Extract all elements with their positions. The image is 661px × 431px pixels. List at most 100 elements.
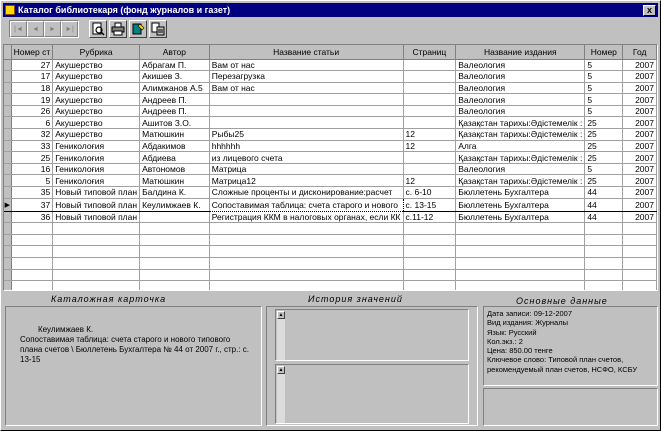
table-cell[interactable]: 36 [11,211,54,224]
table-cell[interactable]: 5 [584,70,624,83]
table-cell[interactable] [209,116,404,130]
empty-row[interactable] [4,280,657,290]
table-cell[interactable]: 2007 [622,93,657,106]
table-cell[interactable]: Перезагрузка [209,70,404,83]
history-lower-scrollbar[interactable]: ▲ [277,366,285,423]
table-cell[interactable]: 5 [11,174,54,188]
table-cell[interactable]: Валеология [455,105,586,118]
row-indicator[interactable] [4,174,12,188]
table-cell[interactable]: 2007 [622,105,657,118]
history-upper-scrollbar[interactable]: ▲ [277,311,285,360]
row-indicator[interactable] [4,105,12,118]
row-indicator[interactable] [4,211,12,224]
column-header[interactable]: Номер [584,45,624,60]
table-cell[interactable]: Андреев П. [139,93,210,106]
table-cell[interactable]: Сопоставимая таблица: счета старого и но… [208,197,404,212]
table-cell[interactable] [403,59,457,72]
table-cell[interactable] [209,93,404,106]
table-cell[interactable]: Рыбы25 [209,128,404,141]
table-cell[interactable] [455,234,586,247]
prior-record-button[interactable]: ◄ [27,21,44,37]
table-cell[interactable]: Матрица [209,163,404,176]
row-indicator[interactable] [4,93,12,106]
table-cell[interactable]: 19 [11,93,54,106]
table-cell[interactable]: Матрица12 [209,174,404,188]
table-cell[interactable] [139,257,210,270]
table-cell[interactable]: 2007 [622,151,657,164]
table-cell[interactable]: Абрагам П. [139,59,210,72]
table-cell[interactable]: 26 [11,105,54,118]
row-indicator[interactable] [4,222,12,235]
table-cell[interactable] [455,257,586,270]
table-row[interactable]: 16 Гениколоғия Автономов Матрица Валеология 5… [4,163,657,176]
table-row[interactable]: ▶ 37 Новый типовой план Кеулимжаев К. Сопост… [4,197,657,212]
table-row[interactable]: 32 Акушерство Матюшкин Рыбы25 12 Қазақстан та… [4,128,657,141]
table-cell[interactable]: Қазақстан тарихы:Әдістемелік : [455,128,586,141]
row-indicator[interactable] [4,280,12,290]
table-cell[interactable]: из лицевого счета [209,151,404,164]
table-cell[interactable]: 16 [11,163,54,176]
table-cell[interactable]: 17 [11,70,54,83]
scroll-up-button[interactable]: ▲ [277,311,285,319]
records-grid[interactable]: Номер ст Рубрика Автор Название статьи С… [3,44,658,291]
table-row[interactable]: 5 Гениколоғия Матюшкин Матрица12 12 Қазақстан… [4,174,657,188]
row-indicator[interactable] [4,59,12,72]
table-cell[interactable]: Абдакимов [139,140,210,153]
table-cell[interactable]: Валеология [455,163,586,176]
table-cell[interactable]: Гениколоғия [52,140,141,153]
next-record-button[interactable]: ► [44,21,61,37]
table-cell[interactable] [209,257,404,270]
table-cell[interactable]: 25 [584,128,624,141]
table-cell[interactable] [403,82,457,95]
table-cell[interactable]: 33 [11,140,54,153]
column-header[interactable]: Страниц [403,45,457,60]
table-cell[interactable]: 2007 [622,82,657,95]
table-cell[interactable]: Валеология [455,93,586,106]
table-cell[interactable]: Матюшкин [139,128,210,141]
row-indicator[interactable] [4,140,12,153]
table-cell[interactable]: 27 [11,59,54,72]
table-cell[interactable]: Сложные проценты и дисконирование:расчет [209,186,404,199]
table-cell[interactable]: 2007 [622,59,657,72]
table-cell[interactable]: 2007 [622,116,657,130]
history-box-lower[interactable]: ▲ [275,364,469,424]
table-cell[interactable]: 35 [11,186,54,199]
table-cell[interactable] [403,257,457,270]
table-cell[interactable] [622,245,657,258]
table-cell[interactable] [584,280,624,290]
table-row[interactable]: 17 Акушерство Акишев З. Перезагрузка Валеоло… [4,70,657,83]
table-row[interactable]: 27 Акушерство Абрагам П. Вам от нас Валеолог… [4,59,657,72]
row-indicator[interactable] [4,151,12,164]
preview-button[interactable] [89,20,107,38]
table-cell[interactable]: Гениколоғия [52,163,141,176]
table-cell[interactable]: 12 [403,140,457,153]
table-cell[interactable]: Гениколоғия [52,174,141,188]
table-cell[interactable] [622,257,657,270]
table-cell[interactable]: 6 [11,116,54,130]
table-cell[interactable]: Андреев П. [139,105,210,118]
table-cell[interactable]: Валеология [455,59,586,72]
table-cell[interactable]: 2007 [622,163,657,176]
table-cell[interactable] [403,234,457,247]
table-cell[interactable]: 2007 [622,128,657,141]
table-cell[interactable] [403,269,457,282]
table-cell[interactable]: Валеология [455,70,586,83]
table-cell[interactable]: Новый типовой план [52,197,141,212]
table-cell[interactable]: Бюллетень Бухгалтера [455,197,586,212]
table-cell[interactable]: 2007 [622,140,657,153]
table-row[interactable]: 19 Акушерство Андреев П. Валеология 5 2007 [4,93,657,106]
table-cell[interactable]: Абдиева [139,151,210,164]
table-cell[interactable]: 37 [11,197,54,212]
table-cell[interactable]: Балдина К. [139,186,210,199]
table-cell[interactable]: Қазақстан тарихы:Әдістемелік : [455,151,586,164]
table-cell[interactable] [209,234,404,247]
table-cell[interactable] [622,269,657,282]
table-cell[interactable]: Валеология [455,82,586,95]
first-record-button[interactable]: |◄ [10,21,27,37]
table-cell[interactable]: Новый типовой план [52,186,141,199]
table-cell[interactable] [455,245,586,258]
table-cell[interactable]: Автономов [139,163,210,176]
table-cell[interactable]: 5 [584,163,624,176]
table-cell[interactable]: 25 [11,151,54,164]
table-cell[interactable]: 25 [584,140,624,153]
